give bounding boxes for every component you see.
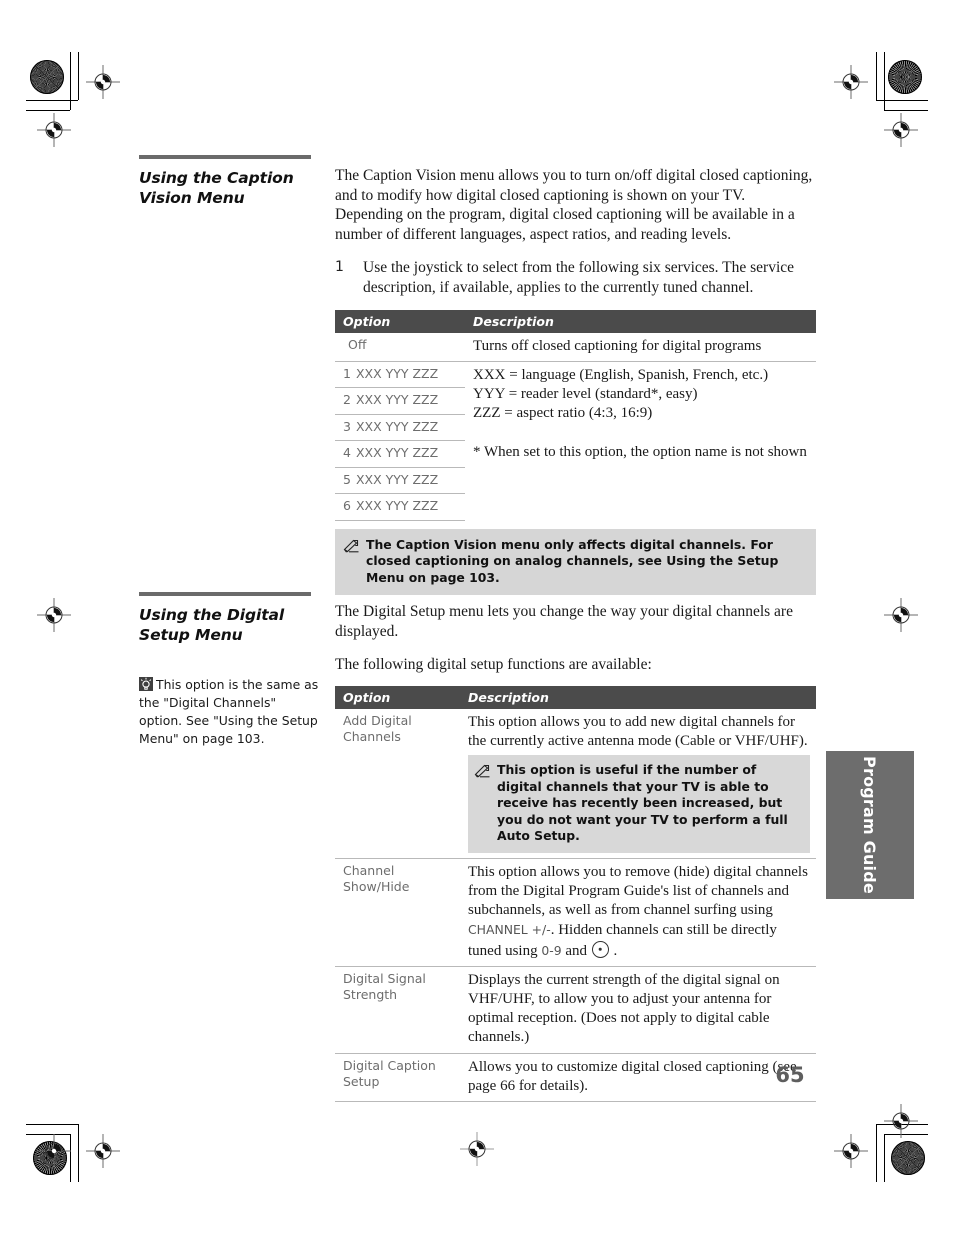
option-cell: 4 XXX YYY ZZZ <box>335 440 465 468</box>
section1-title: Using the Caption Vision Menu <box>139 169 294 207</box>
description-text-part4: . <box>609 942 618 959</box>
table-row: 1 XXX YYY ZZZ XXX = language (English, Sp… <box>335 361 816 460</box>
option-cell: 2 XXX YYY ZZZ <box>335 387 465 415</box>
description-cell: This option allows you to remove (hide) … <box>460 858 816 967</box>
caption-vision-options-table: Option Description Off Turns off closed … <box>335 309 816 521</box>
section-rule <box>139 592 311 596</box>
option-label: XXX YYY ZZZ <box>355 445 439 461</box>
table-header-row: Option Description <box>335 685 816 709</box>
table-header-row: Option Description <box>335 309 816 333</box>
note-text: This option is useful if the number of d… <box>497 762 788 844</box>
option-cell: 1 XXX YYY ZZZ <box>335 361 465 389</box>
section1-intro: The Caption Vision menu allows you to tu… <box>335 167 813 243</box>
manual-page: Using the Caption Vision Menu The Captio… <box>0 0 954 1235</box>
option-index: 5 <box>343 471 351 487</box>
add-digital-channels-note: This option is useful if the number of d… <box>468 755 810 853</box>
option-cell: Add Digital Channels <box>335 708 460 859</box>
option-cell: Digital Signal Strength <box>335 966 460 1054</box>
option-label: XXX YYY ZZZ <box>355 365 439 381</box>
digital-setup-options-table: Option Description Add Digital Channels … <box>335 685 816 1102</box>
description-cell: Displays the current strength of the dig… <box>460 966 816 1054</box>
section2-tip: This option is the same as the "Digital … <box>139 676 321 748</box>
section2-title: Using the Digital Setup Menu <box>139 606 285 644</box>
section2-intro-1: The Digital Setup menu lets you change t… <box>335 603 793 640</box>
description-cell: Turns off closed captioning for digital … <box>465 332 816 362</box>
table-row: Digital Caption Setup Allows you to cust… <box>335 1053 816 1102</box>
note-text: The Caption Vision menu only affects dig… <box>366 536 779 585</box>
table-row: Channel Show/Hide This option allows you… <box>335 858 816 967</box>
option-index: 6 <box>343 498 351 514</box>
description-cell: This option allows you to add new digita… <box>460 708 816 859</box>
column-header-description: Description <box>465 309 816 333</box>
option-cell: Channel Show/Hide <box>335 858 460 967</box>
description-line: YYY = reader level (standard*, easy) <box>473 385 698 402</box>
option-index: 3 <box>343 418 351 434</box>
option-cell: Off <box>335 332 465 362</box>
step-text: Use the joystick to select from the foll… <box>363 259 795 296</box>
option-label: XXX YYY ZZZ <box>355 498 439 514</box>
option-index: 1 <box>343 365 351 381</box>
column-header-option: Option <box>335 685 460 709</box>
caption-vision-note: The Caption Vision menu only affects dig… <box>335 528 816 596</box>
column-header-description: Description <box>460 685 816 709</box>
description-stack: XXX = language (English, Spanish, French… <box>473 366 810 462</box>
option-cell: 5 XXX YYY ZZZ <box>335 467 465 495</box>
pencil-note-icon <box>474 764 491 778</box>
table-row: Digital Signal Strength Displays the cur… <box>335 966 816 1054</box>
description-text-part3: and <box>561 942 591 959</box>
channel-keycap-label: CHANNEL +/- <box>468 922 551 938</box>
description-line: XXX = language (English, Spanish, French… <box>473 366 769 383</box>
section-rule <box>139 155 311 159</box>
option-cell: Digital Caption Setup <box>335 1053 460 1102</box>
option-index: 4 <box>343 445 351 461</box>
option-label: XXX YYY ZZZ <box>355 471 439 487</box>
numeric-keys-label: 0-9 <box>541 942 562 958</box>
step-1: 1 Use the joystick to select from the fo… <box>335 258 816 297</box>
page-number: 65 <box>775 1063 805 1087</box>
side-tab-label: Program Guide <box>860 756 880 894</box>
section2-intro-2: The following digital setup functions ar… <box>335 656 652 674</box>
description-line: ZZZ = aspect ratio (4:3, 16:9) <box>473 405 653 422</box>
section2-body: The Digital Setup menu lets you change t… <box>335 602 816 1102</box>
description-cell-group: XXX = language (English, Spanish, French… <box>465 361 816 520</box>
dot-button-icon <box>591 940 609 958</box>
description-text-part1: This option allows you to remove (hide) … <box>468 863 808 919</box>
section1-body: The Caption Vision menu allows you to tu… <box>335 166 816 596</box>
table-row: Off Turns off closed captioning for digi… <box>335 332 816 362</box>
column-header-option: Option <box>335 309 465 333</box>
option-index: 2 <box>343 392 351 408</box>
option-label: XXX YYY ZZZ <box>355 418 439 434</box>
step-number: 1 <box>335 259 344 276</box>
side-tab-program-guide: Program Guide <box>826 751 914 899</box>
section2-heading-block: Using the Digital Setup Menu <box>139 592 321 645</box>
lightbulb-tip-icon <box>139 677 153 691</box>
option-cell: 3 XXX YYY ZZZ <box>335 414 465 442</box>
table-row: Add Digital Channels This option allows … <box>335 708 816 859</box>
description-footnote: * When set to this option, the option na… <box>473 443 807 460</box>
option-label: XXX YYY ZZZ <box>355 392 439 408</box>
option-label: Off <box>348 336 367 352</box>
tip-text: This option is the same as the "Digital … <box>139 677 319 746</box>
option-cell: 6 XXX YYY ZZZ <box>335 493 465 521</box>
section1-heading-block: Using the Caption Vision Menu <box>139 155 321 208</box>
pencil-note-icon <box>343 539 360 553</box>
description-text: This option allows you to add new digita… <box>468 713 808 749</box>
